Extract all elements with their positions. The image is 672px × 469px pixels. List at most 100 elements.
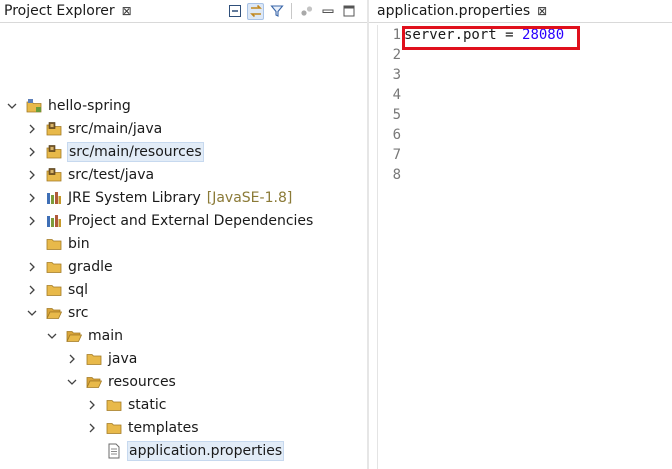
tab-project-explorer[interactable]: Project Explorer ⊠	[0, 0, 138, 22]
file-icon	[106, 443, 122, 459]
focus-dots-icon	[300, 6, 312, 16]
collapse-toggle[interactable]	[26, 169, 38, 181]
project-icon	[26, 98, 42, 114]
tree-item-decoration: [JavaSE-1.8]	[206, 189, 293, 206]
code-line[interactable]: 4	[369, 85, 404, 105]
editor-tab-title: application.properties	[377, 3, 531, 19]
tree-item-label: templates	[128, 419, 199, 436]
expand-toggle[interactable]	[6, 100, 18, 112]
tree-item-label: main	[88, 327, 123, 344]
focus-button[interactable]	[298, 3, 315, 20]
code-line[interactable]: 7	[369, 145, 404, 165]
close-icon[interactable]: ⊠	[537, 4, 547, 18]
collapse-toggle[interactable]	[86, 399, 98, 411]
line-number: 2	[392, 47, 401, 63]
tree-item-label: static	[128, 396, 167, 413]
close-icon[interactable]: ⊠	[122, 4, 132, 18]
folder-icon	[46, 282, 62, 298]
code-line[interactable]: 6	[369, 125, 404, 145]
collapse-all-button[interactable]	[226, 3, 243, 20]
expand-toggle[interactable]	[66, 376, 78, 388]
link-with-editor-button[interactable]	[247, 2, 264, 20]
tree-item[interactable]: bin	[26, 232, 91, 255]
code-line[interactable]: 2	[369, 45, 404, 65]
filter-button[interactable]	[268, 3, 285, 20]
collapse-toggle[interactable]	[26, 192, 38, 204]
line-number: 7	[392, 147, 401, 163]
collapse-toggle[interactable]	[26, 284, 38, 296]
red-highlight-box	[402, 26, 580, 50]
library-icon	[46, 190, 62, 206]
code-line[interactable]: 5	[369, 105, 404, 125]
chevron-down-icon	[47, 333, 57, 339]
tree-item[interactable]: hello-spring	[6, 94, 132, 117]
expand-toggle[interactable]	[26, 307, 38, 319]
tree-item-label: Project and External Dependencies	[68, 212, 314, 229]
line-number: 3	[392, 67, 401, 83]
chevron-right-icon	[89, 400, 95, 409]
tree-item[interactable]: templates	[86, 416, 200, 439]
collapse-toggle[interactable]	[86, 422, 98, 434]
tree-item[interactable]: gradle	[26, 255, 114, 278]
chevron-down-icon	[7, 103, 17, 109]
tree-item[interactable]: src/main/resources	[26, 140, 204, 163]
minimize-button[interactable]	[319, 3, 336, 20]
tab-title: Project Explorer	[4, 3, 115, 19]
collapse-toggle[interactable]	[26, 215, 38, 227]
tree-item-label: src/test/java	[68, 166, 155, 183]
chevron-right-icon	[29, 262, 35, 271]
chevron-right-icon	[29, 285, 35, 294]
code-line[interactable]: 3	[369, 65, 404, 85]
chevron-right-icon	[29, 124, 35, 133]
tree-item-label: resources	[108, 373, 176, 390]
code-line[interactable]: 8	[369, 165, 404, 185]
chevron-right-icon	[89, 423, 95, 432]
source-folder-icon	[46, 144, 62, 160]
tree-item-label: java	[108, 350, 138, 367]
minimize-icon	[322, 9, 333, 13]
tree-item[interactable]: resources	[66, 370, 177, 393]
tree-item[interactable]: sql	[26, 278, 89, 301]
tree-item-label: JRE System Library	[68, 189, 201, 206]
line-number: 6	[392, 127, 401, 143]
source-folder-icon	[46, 121, 62, 137]
folder-icon	[46, 259, 62, 275]
chevron-right-icon	[69, 354, 75, 363]
editor-tabbar: application.properties ⊠	[369, 0, 672, 23]
collapse-toggle[interactable]	[66, 353, 78, 365]
folder-icon	[46, 236, 62, 252]
folder-open-icon	[86, 374, 102, 390]
line-number: 8	[392, 167, 401, 183]
tree-item[interactable]: Project and External Dependencies	[26, 209, 314, 232]
collapse-all-icon	[228, 5, 241, 17]
tree-item[interactable]: src/test/java	[26, 163, 155, 186]
folder-icon	[86, 351, 102, 367]
tree-item-label: src/main/java	[68, 120, 163, 137]
expand-toggle[interactable]	[46, 330, 58, 342]
collapse-toggle[interactable]	[26, 146, 38, 158]
chevron-right-icon	[29, 147, 35, 156]
tree-item[interactable]: java	[66, 347, 138, 370]
tab-application-properties[interactable]: application.properties ⊠	[369, 0, 553, 22]
link-arrows-icon	[249, 4, 262, 18]
collapse-toggle[interactable]	[26, 123, 38, 135]
tree-item-label: gradle	[68, 258, 113, 275]
collapse-toggle[interactable]	[26, 261, 38, 273]
tree-item[interactable]: JRE System Library [JavaSE-1.8]	[26, 186, 292, 209]
folder-icon	[106, 420, 122, 436]
tree-item[interactable]: src	[26, 301, 89, 324]
tree-item-label: hello-spring	[48, 97, 131, 114]
explorer-toolbar	[226, 2, 357, 20]
tree-item[interactable]: application.properties	[86, 439, 285, 462]
library-icon	[46, 213, 62, 229]
tree-item[interactable]: static	[86, 393, 167, 416]
chevron-down-icon	[27, 310, 37, 316]
editor-panel: application.properties ⊠ 1 server.port = …	[369, 0, 672, 469]
tree-item[interactable]: src/main/java	[26, 117, 163, 140]
chevron-right-icon	[29, 193, 35, 202]
folder-icon	[106, 397, 122, 413]
project-explorer-panel: Project Explorer ⊠ hello-spring src/main…	[0, 0, 367, 469]
maximize-button[interactable]	[340, 3, 357, 20]
tree-item[interactable]: main	[46, 324, 124, 347]
maximize-icon	[343, 5, 354, 17]
